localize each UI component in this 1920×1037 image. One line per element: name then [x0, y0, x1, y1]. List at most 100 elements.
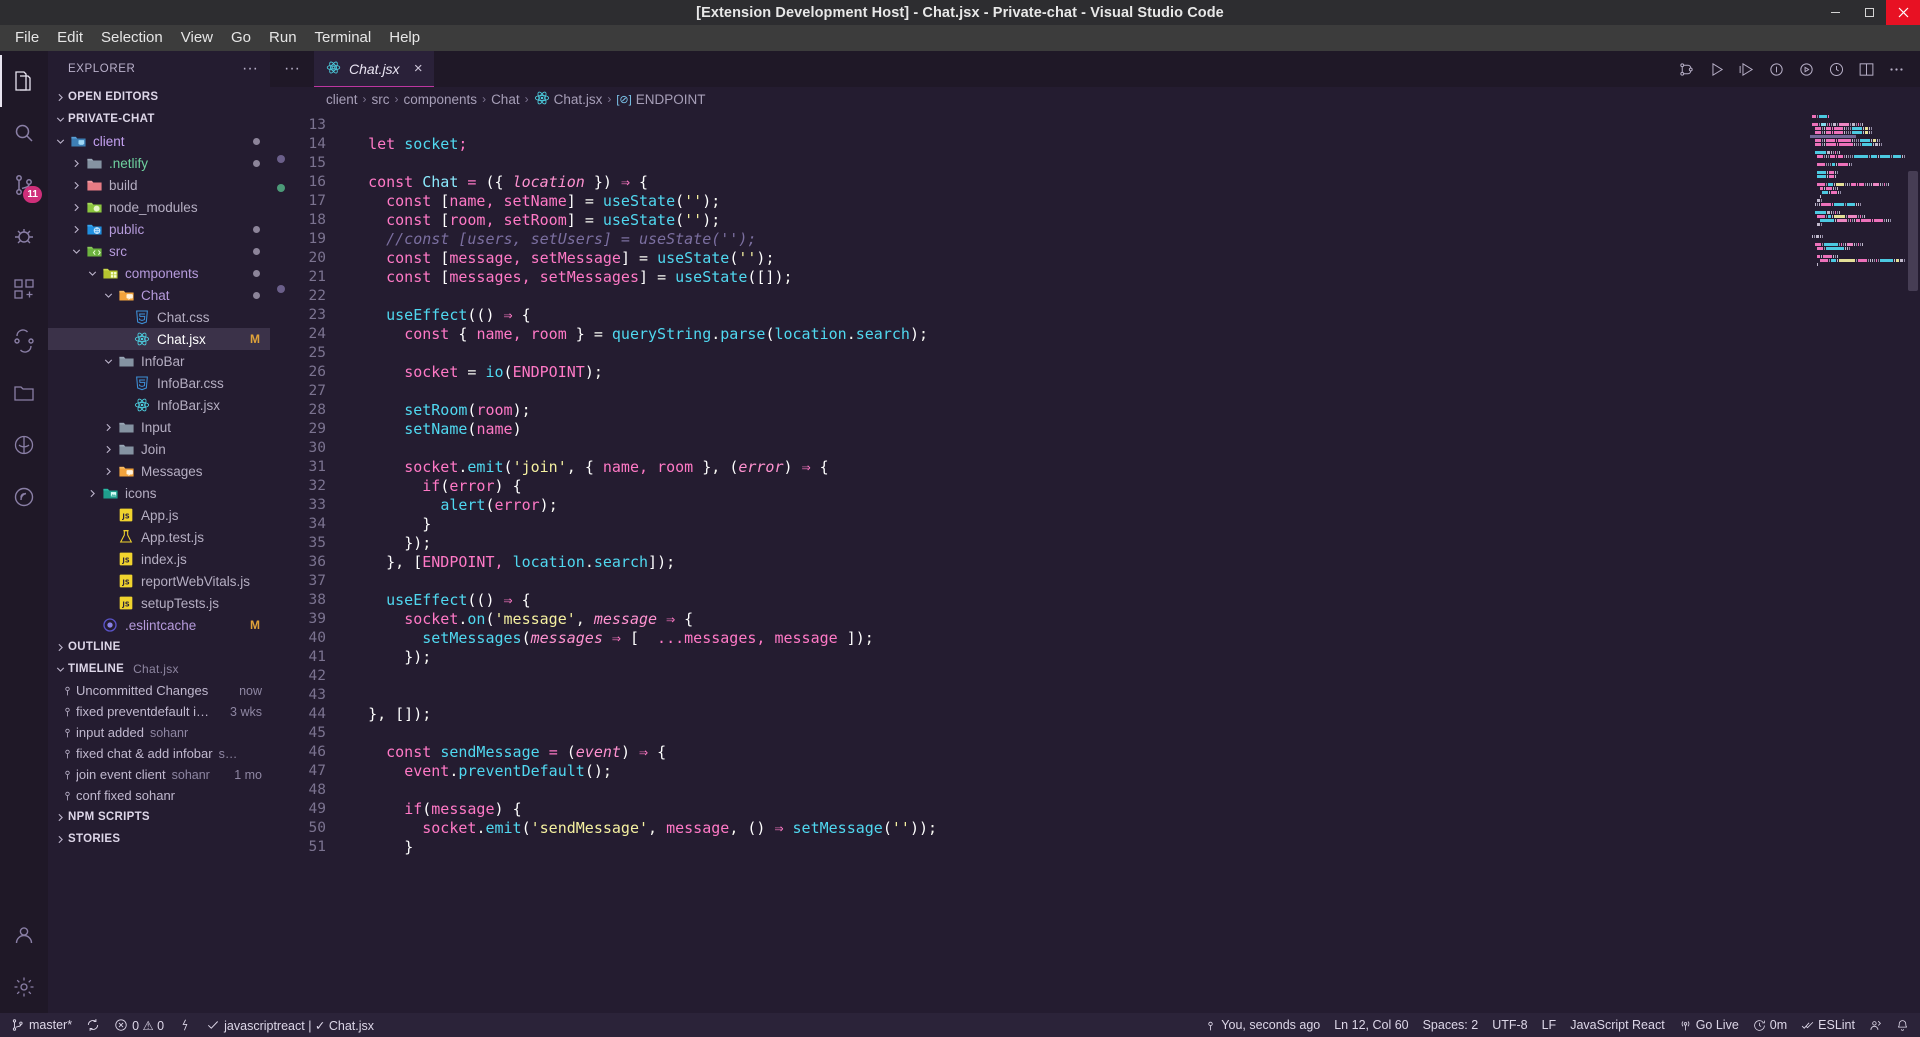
timeline-item[interactable]: fixed preventdefault i… 3 wks [48, 701, 270, 722]
maximize-button[interactable] [1852, 0, 1886, 25]
debug-alt-icon[interactable] [1732, 54, 1760, 84]
timeline-item[interactable]: conf fixed sohanr [48, 785, 270, 806]
close-button[interactable] [1886, 0, 1920, 25]
status-timeline-author[interactable]: You, seconds ago [1197, 1013, 1327, 1037]
tree-item-infobar[interactable]: InfoBar [48, 350, 270, 372]
minimize-button[interactable] [1818, 0, 1852, 25]
timeline-author: sohanr [171, 767, 210, 782]
split-terminal-icon[interactable] [1762, 54, 1790, 84]
code-token: ; [666, 553, 676, 571]
status-eslint[interactable]: ESLint [1794, 1013, 1862, 1037]
timeline-item[interactable]: fixed chat & add infobar s… [48, 743, 270, 764]
activity-settings[interactable] [0, 961, 48, 1013]
code-content[interactable]: let socket; const Chat = ({ location }) … [336, 111, 1920, 1013]
coverage-icon[interactable] [1822, 54, 1850, 84]
section-timeline[interactable]: TIMELINE Chat.jsx [48, 658, 270, 680]
status-branch[interactable]: master* [4, 1013, 79, 1037]
tree-item-app-test-js[interactable]: App.test.js [48, 526, 270, 548]
activity-sonarlint[interactable] [0, 471, 48, 523]
tree-item-index-js[interactable]: JS index.js [48, 548, 270, 570]
tree-item-messages[interactable]: Messages [48, 460, 270, 482]
tree-item-infobar-css[interactable]: InfoBar.css [48, 372, 270, 394]
status-sync[interactable] [79, 1013, 107, 1037]
run-icon[interactable] [1702, 54, 1730, 84]
status-language-mode[interactable]: JavaScript React [1563, 1013, 1671, 1037]
status-ports[interactable] [171, 1013, 199, 1037]
status-problems[interactable]: 0 ⚠ 0 [107, 1013, 171, 1037]
tree-item-build[interactable]: build [48, 174, 270, 196]
tree-item-eslintcache[interactable]: .eslintcache M [48, 614, 270, 636]
status-live-share[interactable] [1862, 1013, 1889, 1037]
status-cursor-position[interactable]: Ln 12, Col 60 [1327, 1013, 1415, 1037]
menu-help[interactable]: Help [380, 26, 429, 50]
activity-remote-explorer[interactable] [0, 367, 48, 419]
code-token: ) [702, 192, 712, 210]
split-editor-icon[interactable] [1852, 54, 1880, 84]
menu-edit[interactable]: Edit [48, 26, 92, 50]
tree-item-chat-css[interactable]: Chat.css [48, 306, 270, 328]
timeline-item[interactable]: Uncommitted Changes now [48, 680, 270, 701]
breadcrumb-item-endpoint[interactable]: [⊘] ENDPOINT [616, 92, 705, 107]
activity-accounts[interactable] [0, 909, 48, 961]
tree-item-netlify[interactable]: .netlify [48, 152, 270, 174]
section-npm-scripts[interactable]: NPM SCRIPTS [48, 806, 270, 828]
tree-item-setuptests-js[interactable]: JS setupTests.js [48, 592, 270, 614]
activity-live-share[interactable] [0, 315, 48, 367]
tab-chat-jsx[interactable]: Chat.jsx × [313, 51, 434, 87]
editor-scrollbar[interactable] [1906, 111, 1920, 1013]
line-number: 49 [308, 801, 326, 817]
status-indentation[interactable]: Spaces: 2 [1416, 1013, 1486, 1037]
activity-docker[interactable] [0, 419, 48, 471]
section-outline[interactable]: OUTLINE [48, 636, 270, 658]
menu-selection[interactable]: Selection [92, 26, 172, 50]
breadcrumb-item-components[interactable]: components [404, 92, 478, 107]
section-open-editors[interactable]: OPEN EDITORS [48, 86, 270, 108]
tree-item-node-modules[interactable]: node_modules [48, 196, 270, 218]
source-control-graph-icon[interactable] [1672, 54, 1700, 84]
status-eslint-language[interactable]: javascriptreact | ✓ Chat.jsx [199, 1013, 381, 1037]
status-wakatime[interactable]: 0m [1746, 1013, 1794, 1037]
tree-item-components[interactable]: components [48, 262, 270, 284]
status-eol[interactable]: LF [1535, 1013, 1564, 1037]
menu-go[interactable]: Go [222, 26, 260, 50]
activity-run-and-debug[interactable] [0, 211, 48, 263]
breadcrumb-item-src[interactable]: src [372, 92, 390, 107]
sidebar-more-actions-icon[interactable]: ··· [242, 60, 262, 76]
menu-run[interactable]: Run [260, 26, 306, 50]
activity-extensions[interactable] [0, 263, 48, 315]
tree-item-src[interactable]: src [48, 240, 270, 262]
code-editor[interactable]: 13 14 15 16 17 18 19 20 21 22 23 24 25 26 27 28 29 30 31 32… [270, 111, 1920, 1013]
breadcrumb-item-chat[interactable]: Chat [491, 92, 520, 107]
tree-item-input[interactable]: Input [48, 416, 270, 438]
tree-item-join[interactable]: Join [48, 438, 270, 460]
tree-item-chat-jsx[interactable]: Chat.jsx M [48, 328, 270, 350]
menu-terminal[interactable]: Terminal [306, 26, 381, 50]
status-go-live[interactable]: Go Live [1672, 1013, 1746, 1037]
status-notifications[interactable] [1889, 1013, 1916, 1037]
tree-item-app-js[interactable]: JS App.js [48, 504, 270, 526]
scrollbar-thumb[interactable] [1908, 171, 1918, 291]
activity-explorer[interactable] [0, 55, 48, 107]
menu-file[interactable]: File [6, 26, 48, 50]
breadcrumb-item-chat-jsx[interactable]: Chat.jsx [534, 90, 602, 109]
tree-item-public[interactable]: public [48, 218, 270, 240]
more-actions-icon[interactable] [1882, 54, 1910, 84]
close-icon[interactable]: × [414, 61, 423, 76]
run-file-icon[interactable] [1792, 54, 1820, 84]
tree-item-chat[interactable]: Chat [48, 284, 270, 306]
tab-overflow-icon[interactable]: ··· [270, 51, 314, 87]
timeline-item[interactable]: input added sohanr [48, 722, 270, 743]
menu-view[interactable]: View [172, 26, 222, 50]
status-encoding[interactable]: UTF-8 [1485, 1013, 1534, 1037]
tree-item-reportwebvitals-js[interactable]: JS reportWebVitals.js [48, 570, 270, 592]
tree-item-infobar-jsx[interactable]: InfoBar.jsx [48, 394, 270, 416]
tree-item-client[interactable]: client [48, 130, 270, 152]
breadcrumb-item-client[interactable]: client [326, 92, 358, 107]
timeline-item[interactable]: join event client sohanr 1 mo [48, 764, 270, 785]
section-private-chat[interactable]: PRIVATE-CHAT [48, 108, 270, 130]
activity-search[interactable] [0, 107, 48, 159]
tree-item-icons[interactable]: icons [48, 482, 270, 504]
section-stories[interactable]: STORIES [48, 828, 270, 850]
activity-source-control[interactable]: 11 [0, 159, 48, 211]
